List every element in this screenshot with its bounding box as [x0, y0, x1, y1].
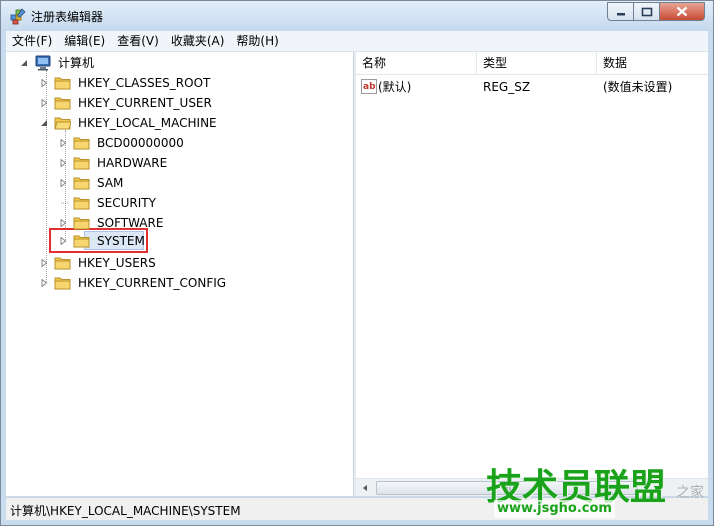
tree-item-system[interactable]: SYSTEM — [57, 232, 147, 250]
menu-view[interactable]: 查看(V) — [111, 31, 165, 51]
folder-icon — [73, 235, 90, 248]
maximize-icon — [641, 7, 652, 16]
collapse-arrow-icon[interactable] — [38, 117, 50, 129]
expand-arrow-icon[interactable] — [57, 177, 69, 189]
registry-editor-window: 注册表编辑器 文件(F) 编辑(E) 查看(V) 收藏夹(A) 帮助(H) 计算… — [0, 0, 714, 526]
tree-item-label: HKEY_CURRENT_CONFIG — [78, 276, 227, 290]
computer-icon — [35, 55, 51, 71]
tree-item-label: HKEY_LOCAL_MACHINE — [78, 116, 217, 130]
tree-item-label: SYSTEM — [97, 234, 145, 248]
tree-item-label: HKEY_CLASSES_ROOT — [78, 76, 211, 90]
tree-item-hardware[interactable]: HARDWARE — [57, 154, 169, 172]
folder-icon — [54, 77, 71, 90]
list-item[interactable]: ab (默认) REG_SZ (数值未设置) — [356, 78, 708, 96]
main-content: 计算机 HKEY_CLASSES_ROOT HKEY_CURRENT_USER … — [6, 52, 708, 496]
column-header-data[interactable]: 数据 — [597, 52, 707, 74]
folder-icon — [54, 277, 71, 290]
folder-icon — [54, 257, 71, 270]
window-controls — [607, 2, 705, 22]
tree-item-label: HKEY_CURRENT_USER — [78, 96, 212, 110]
expand-arrow-icon[interactable] — [57, 137, 69, 149]
tree-item-bcd00000000[interactable]: BCD00000000 — [57, 134, 186, 152]
expand-arrow-icon[interactable] — [38, 277, 50, 289]
menu-edit[interactable]: 编辑(E) — [58, 31, 111, 51]
tree-item-hkey-current-config[interactable]: HKEY_CURRENT_CONFIG — [38, 274, 228, 292]
tree-item-label: SECURITY — [97, 196, 156, 210]
minimize-button[interactable] — [607, 2, 634, 21]
watermark-url: www.jsgho.com — [494, 500, 615, 518]
watermark-logo: 技术员联盟 之家 www.jsgho.com — [484, 458, 706, 520]
value-name: (默认) — [378, 80, 412, 94]
tree-item-label: SOFTWARE — [97, 216, 164, 230]
expand-arrow-icon[interactable] — [38, 77, 50, 89]
tree-item-label: BCD00000000 — [97, 136, 184, 150]
close-icon — [676, 6, 688, 17]
title-bar: 注册表编辑器 — [1, 1, 713, 31]
tree-item-hkey-classes-root[interactable]: HKEY_CLASSES_ROOT — [38, 74, 212, 92]
tree-item-label: HKEY_USERS — [78, 256, 156, 270]
registry-tree[interactable]: 计算机 HKEY_CLASSES_ROOT HKEY_CURRENT_USER … — [6, 52, 354, 496]
folder-icon — [73, 137, 90, 150]
value-data: (数值未设置) — [603, 80, 673, 94]
menu-help[interactable]: 帮助(H) — [230, 31, 284, 51]
tree-item-hkey-current-user[interactable]: HKEY_CURRENT_USER — [38, 94, 214, 112]
expand-arrow-icon[interactable] — [38, 97, 50, 109]
tree-connector — [57, 197, 69, 209]
svg-text:ab: ab — [363, 82, 376, 92]
tree-item-hkey-users[interactable]: HKEY_USERS — [38, 254, 158, 272]
folder-icon — [73, 157, 90, 170]
expand-arrow-icon[interactable] — [57, 235, 69, 247]
tree-item-computer[interactable]: 计算机 — [18, 54, 96, 72]
expand-arrow-icon[interactable] — [57, 157, 69, 169]
tree-item-security[interactable]: SECURITY — [57, 194, 158, 212]
maximize-button[interactable] — [634, 2, 660, 21]
tree-item-label: SAM — [97, 176, 124, 190]
tree-item-software[interactable]: SOFTWARE — [57, 214, 165, 232]
folder-icon — [73, 177, 90, 190]
column-header-name[interactable]: 名称 — [356, 52, 477, 74]
scroll-left-icon — [362, 484, 367, 491]
status-path: 计算机\HKEY_LOCAL_MACHINE\SYSTEM — [10, 504, 241, 518]
tree-item-sam[interactable]: SAM — [57, 174, 125, 192]
tree-item-label: 计算机 — [58, 56, 95, 70]
menu-file[interactable]: 文件(F) — [6, 31, 58, 51]
list-header: 名称 类型 数据 — [356, 52, 708, 75]
expand-arrow-icon[interactable] — [38, 257, 50, 269]
value-type: REG_SZ — [483, 80, 531, 94]
window-title: 注册表编辑器 — [31, 10, 104, 24]
close-button[interactable] — [660, 2, 705, 21]
watermark-side-text: 之家 — [676, 485, 704, 501]
tree-item-label: HARDWARE — [97, 156, 168, 170]
scroll-left-button[interactable] — [356, 479, 373, 496]
open-folder-icon — [54, 117, 71, 130]
folder-icon — [54, 97, 71, 110]
values-list[interactable]: 名称 类型 数据 ab (默认) REG_SZ (数值未设置) — [356, 52, 708, 496]
expand-arrow-icon[interactable] — [57, 217, 69, 229]
folder-icon — [73, 197, 90, 210]
folder-icon — [73, 217, 90, 230]
collapse-arrow-icon[interactable] — [18, 57, 30, 69]
minimize-icon — [616, 12, 625, 15]
menu-favorites[interactable]: 收藏夹(A) — [165, 31, 231, 51]
tree-item-hkey-local-machine[interactable]: HKEY_LOCAL_MACHINE — [38, 114, 219, 132]
string-value-icon: ab — [361, 79, 377, 94]
menu-bar: 文件(F) 编辑(E) 查看(V) 收藏夹(A) 帮助(H) — [6, 31, 708, 52]
column-header-type[interactable]: 类型 — [477, 52, 597, 74]
registry-editor-app-icon — [10, 8, 26, 25]
